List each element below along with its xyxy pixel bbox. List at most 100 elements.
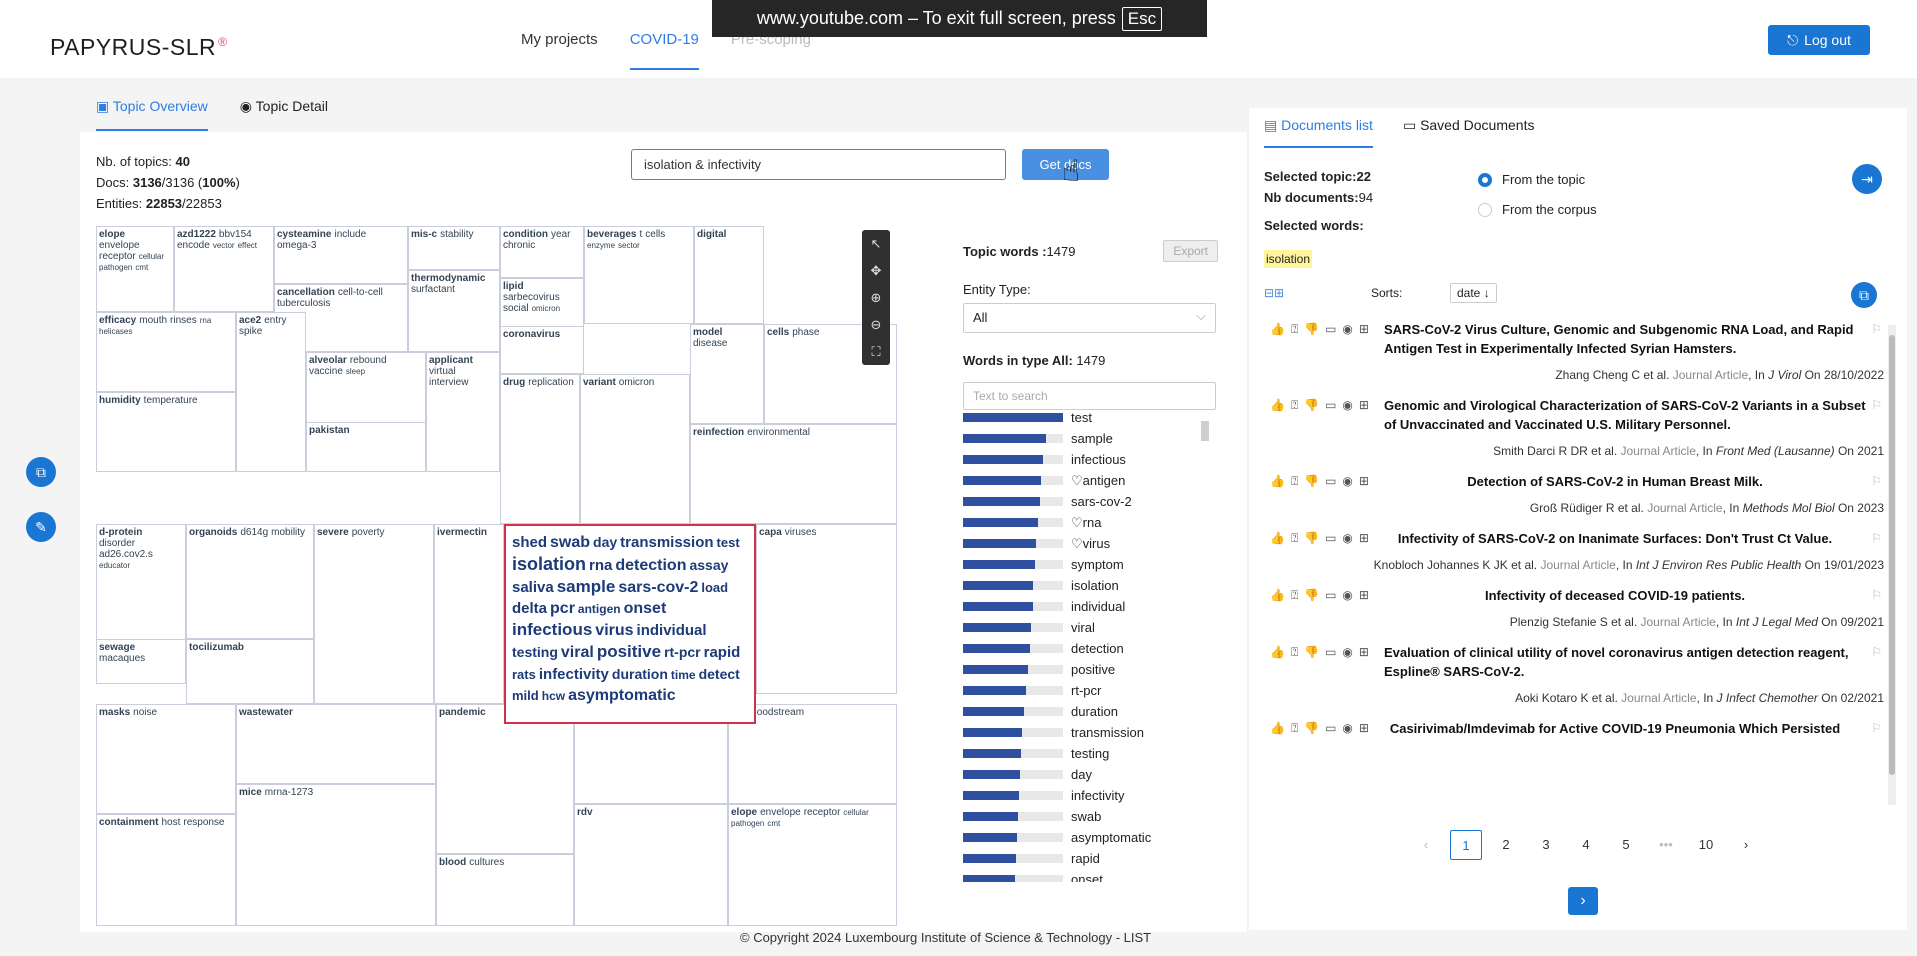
treemap-cell[interactable]: sewagemacaques — [96, 639, 186, 684]
document-action-icons[interactable]: 👍⍰👎▭◉⊞ — [1270, 398, 1375, 413]
treemap-cell[interactable]: condition year chronic — [500, 226, 584, 278]
document-title[interactable]: Evaluation of clinical utility of novel … — [1384, 643, 1866, 681]
treemap-cell[interactable]: masks noise — [96, 704, 236, 814]
word-bar-row[interactable]: viral — [963, 617, 1213, 638]
word-bar-row[interactable]: symptom — [963, 554, 1213, 575]
flag-icon[interactable]: ⚐ — [1871, 474, 1882, 488]
document-item[interactable]: 👍⍰👎▭◉⊞ Infectivity of deceased COVID-19 p… — [1264, 586, 1888, 631]
treemap-cell[interactable]: efficacy mouth rinses rna helicases — [96, 312, 236, 392]
page-1[interactable]: 1 — [1450, 830, 1482, 860]
word-bar-row[interactable]: individual — [963, 596, 1213, 617]
tab-topic-overview[interactable]: ▣ Topic Overview — [96, 98, 208, 131]
flag-icon[interactable]: ⚐ — [1871, 588, 1882, 602]
word-bar-row[interactable]: detection — [963, 638, 1213, 659]
pan-icon[interactable]: ✥ — [871, 263, 882, 279]
treemap-cell[interactable]: wastewater — [236, 704, 436, 784]
document-item[interactable]: 👍⍰👎▭◉⊞ Genomic and Virological Characteri… — [1264, 396, 1888, 460]
word-bar-row[interactable]: ♡ rna — [963, 512, 1213, 533]
treemap-cell[interactable]: cysteamine include omega-3 — [274, 226, 408, 284]
document-item[interactable]: 👍⍰👎▭◉⊞ Detection of SARS-CoV-2 in Human B… — [1264, 472, 1888, 517]
treemap-cell[interactable]: mice mrna-1273 — [236, 784, 436, 926]
treemap-cell[interactable]: drug replication — [500, 374, 580, 524]
next-page-icon[interactable]: › — [1730, 830, 1762, 860]
word-list-scrollbar[interactable] — [1199, 407, 1209, 877]
selected-word-chip[interactable]: isolation — [1264, 250, 1313, 268]
page-ellipsis[interactable]: ••• — [1650, 830, 1682, 860]
word-bar-row[interactable]: rapid — [963, 848, 1213, 869]
topic-treemap[interactable]: elopeenvelopereceptor cellularpathogen cmt… — [96, 226, 897, 926]
document-action-icons[interactable]: 👍⍰👎▭◉⊞ — [1270, 531, 1375, 546]
treemap-cell[interactable]: variant omicron — [580, 374, 690, 524]
page-4[interactable]: 4 — [1570, 830, 1602, 860]
logout-button[interactable]: ⎋ Log out — [1768, 25, 1870, 55]
document-item[interactable]: 👍⍰👎▭◉⊞ Infectivity of SARS-CoV-2 on Inani… — [1264, 529, 1888, 574]
heart-icon[interactable]: ♡ — [1071, 515, 1083, 531]
flag-icon[interactable]: ⚐ — [1871, 645, 1882, 659]
word-bar-row[interactable]: positive — [963, 659, 1213, 680]
word-search-input[interactable]: Text to search — [963, 382, 1216, 410]
word-bar-row[interactable]: swab — [963, 806, 1213, 827]
treemap-cell[interactable]: modeldisease — [690, 324, 764, 424]
word-bar-row[interactable]: transmission — [963, 722, 1213, 743]
word-bar-row[interactable]: rt-pcr — [963, 680, 1213, 701]
sort-select[interactable]: date ↓ — [1450, 283, 1497, 303]
document-title[interactable]: SARS-CoV-2 Virus Culture, Genomic and Su… — [1384, 320, 1866, 358]
treemap-cell[interactable]: ace2 entryspike — [236, 312, 306, 472]
treemap-cell[interactable]: containment host response — [96, 814, 236, 926]
page-10[interactable]: 10 — [1690, 830, 1722, 860]
document-item[interactable]: 👍⍰👎▭◉⊞ SARS-CoV-2 Virus Culture, Genomic … — [1264, 320, 1888, 384]
document-action-icons[interactable]: 👍⍰👎▭◉⊞ — [1270, 588, 1375, 603]
prev-page-icon[interactable]: ‹ — [1410, 830, 1442, 860]
app-logo[interactable]: PAPYRUS-SLR ® — [50, 34, 227, 61]
expand-collapse-icon[interactable]: ⊟⊞ — [1264, 286, 1284, 300]
zoom-in-icon[interactable]: ⊕ — [871, 290, 882, 306]
document-item[interactable]: 👍⍰👎▭◉⊞ Casirivimab/Imdevimab for Active C… — [1264, 719, 1888, 738]
tab-saved-documents[interactable]: ▭ Saved Documents — [1403, 117, 1535, 148]
treemap-cell[interactable]: elopeenvelopereceptorcellular pathogencmt — [96, 226, 174, 312]
save-docs-button[interactable]: ⧉ — [1851, 282, 1877, 308]
document-action-icons[interactable]: 👍⍰👎▭◉⊞ — [1270, 322, 1375, 337]
word-bar-row[interactable]: sample — [963, 428, 1213, 449]
treemap-cell[interactable]: reinfection environmental — [690, 424, 897, 524]
treemap-cell[interactable]: applicantvirtualinterview — [426, 352, 500, 472]
treemap-cell[interactable]: azd1222 bbv154 encode vector effect — [174, 226, 274, 312]
flag-icon[interactable]: ⚐ — [1871, 398, 1882, 412]
word-bar-row[interactable]: ♡ virus — [963, 533, 1213, 554]
treemap-cell[interactable]: tocilizumab — [186, 639, 314, 704]
word-bar-row[interactable]: onset — [963, 869, 1213, 882]
document-title[interactable]: Casirivimab/Imdevimab for Active COVID-1… — [1364, 719, 1866, 738]
document-title[interactable]: Genomic and Virological Characterization… — [1384, 396, 1866, 434]
treemap-cell[interactable]: digital — [694, 226, 764, 324]
treemap-cell[interactable]: ivermectin — [434, 524, 504, 704]
treemap-cell[interactable]: capa viruses — [756, 524, 897, 694]
page-5[interactable]: 5 — [1610, 830, 1642, 860]
treemap-cell[interactable]: blood cultures — [436, 854, 574, 926]
heart-icon[interactable]: ♡ — [1071, 536, 1083, 552]
treemap-cell[interactable]: coronavirus — [500, 326, 584, 374]
word-bar-row[interactable]: infectious — [963, 449, 1213, 470]
tab-documents-list[interactable]: ▤ Documents list — [1264, 117, 1373, 148]
flag-icon[interactable]: ⚐ — [1871, 531, 1882, 545]
word-bar-row[interactable]: testing — [963, 743, 1213, 764]
treemap-selected-topic[interactable]: shed swab day transmission testisolation rna d… — [504, 524, 756, 724]
document-action-icons[interactable]: 👍⍰👎▭◉⊞ — [1270, 645, 1375, 660]
export-docs-button[interactable]: ⇥ — [1852, 164, 1882, 194]
treemap-cell[interactable]: pakistan — [306, 422, 426, 472]
next-page-button[interactable]: › — [1568, 887, 1598, 915]
word-bar-row[interactable]: asymptomatic — [963, 827, 1213, 848]
word-bar-row[interactable]: infectivity — [963, 785, 1213, 806]
nav-covid-19[interactable]: COVID-19 — [629, 31, 699, 70]
word-bar-row[interactable]: duration — [963, 701, 1213, 722]
entity-type-select[interactable]: All — [963, 302, 1216, 333]
tab-topic-detail[interactable]: ◉ Topic Detail — [240, 98, 328, 131]
zoom-out-icon[interactable]: ⊖ — [871, 317, 882, 333]
export-button[interactable]: Export — [1163, 240, 1218, 262]
word-bar-row[interactable]: ♡ antigen — [963, 470, 1213, 491]
heart-icon[interactable]: ♡ — [1071, 473, 1083, 489]
page-3[interactable]: 3 — [1530, 830, 1562, 860]
pointer-icon[interactable]: ↖ — [871, 236, 882, 252]
document-title[interactable]: Detection of SARS-CoV-2 in Human Breast … — [1364, 472, 1866, 491]
treemap-cell[interactable]: mis-c stability — [408, 226, 500, 270]
treemap-cell[interactable]: thermodynamicsurfactant — [408, 270, 500, 352]
documents-scrollbar[interactable] — [1888, 325, 1896, 805]
